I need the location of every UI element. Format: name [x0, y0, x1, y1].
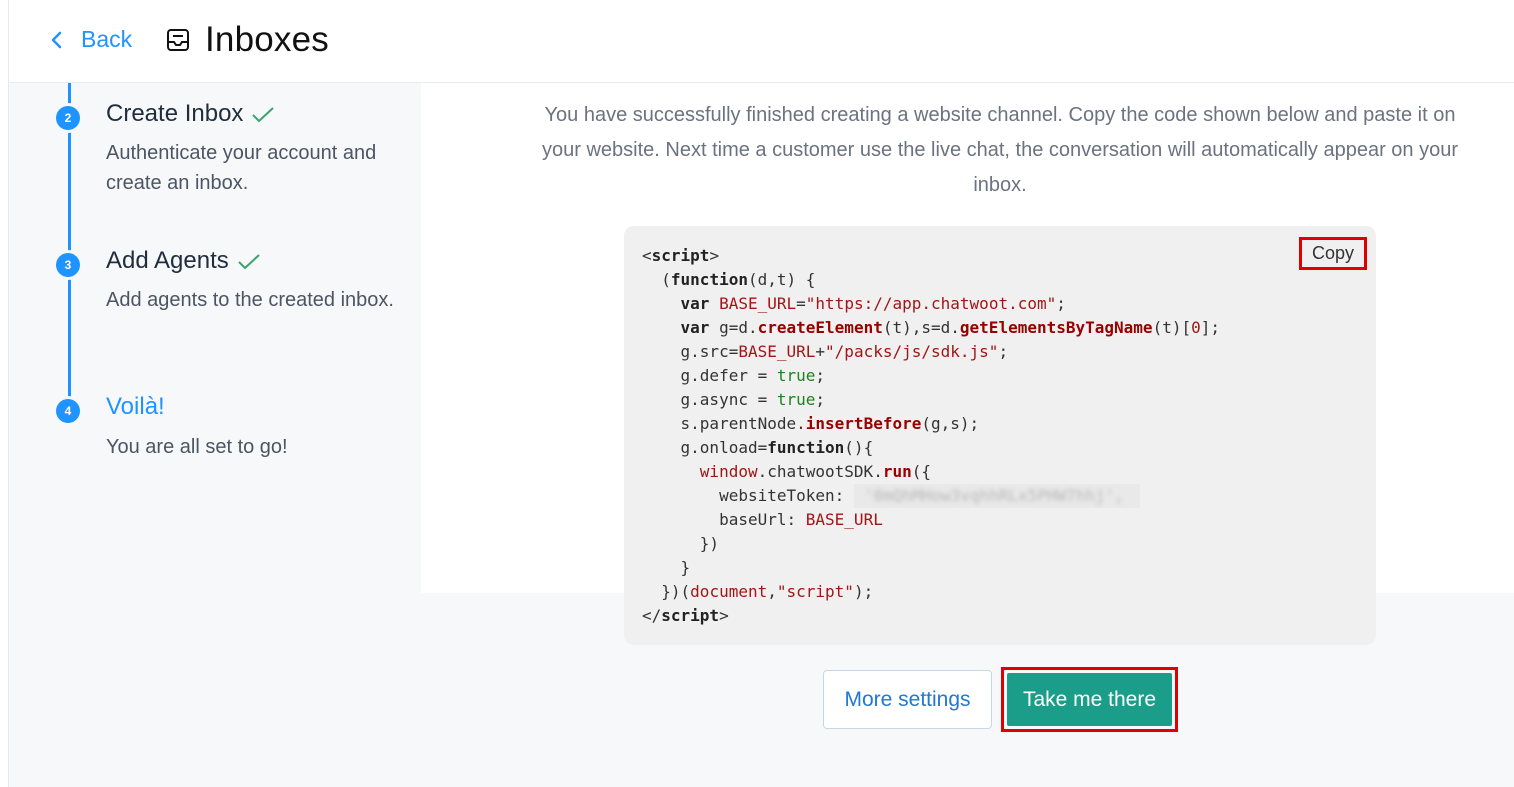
step-title-label: Voilà! — [106, 393, 165, 420]
code-snippet: <script> (function(d,t) { var BASE_URL="… — [624, 226, 1376, 645]
code-base-url: https://app.chatwoot.com — [815, 294, 1047, 313]
chevron-left-icon — [51, 31, 62, 48]
check-icon — [252, 107, 275, 123]
steps-progress-line — [68, 83, 71, 409]
step-description: Authenticate your account and create an … — [106, 142, 377, 194]
step-number: 3 — [56, 253, 80, 277]
code-block: <script> (function(d,t) { var BASE_URL="… — [642, 246, 1220, 625]
step-title: Voilà! — [106, 393, 165, 421]
check-icon — [238, 254, 260, 270]
step-number: 2 — [56, 106, 80, 130]
step-title: Add Agents — [106, 247, 261, 275]
step-description: Add agents to the created inbox. — [106, 289, 394, 311]
step-number: 4 — [56, 399, 80, 423]
left-rail — [0, 0, 9, 787]
more-settings-button[interactable]: More settings — [823, 670, 992, 729]
inbox-icon — [167, 29, 189, 51]
page-header: Back Inboxes — [9, 0, 1514, 83]
code-script-tag: script — [651, 246, 710, 265]
copy-button[interactable]: Copy — [1299, 237, 1367, 270]
back-label: Back — [81, 26, 133, 52]
code-sdk-path: /packs/js/sdk.js — [834, 342, 989, 361]
step-title-label: Create Inbox — [106, 100, 244, 127]
success-message: You have successfully finished creating … — [542, 104, 1458, 196]
page-title: Inboxes — [205, 20, 329, 59]
back-button[interactable]: Back — [47, 26, 132, 53]
take-me-there-button[interactable]: Take me there — [1007, 673, 1172, 726]
step-title-label: Add Agents — [106, 247, 229, 274]
take-me-there-highlight: Take me there — [1001, 667, 1178, 732]
redacted-website-token: '0mQhMHow3vqhhRLx5PHW7hhj', — [853, 484, 1140, 508]
step-title: Create Inbox — [106, 100, 275, 128]
page-title-wrap: Inboxes — [165, 20, 329, 60]
step-description: You are all set to go! — [106, 436, 288, 458]
